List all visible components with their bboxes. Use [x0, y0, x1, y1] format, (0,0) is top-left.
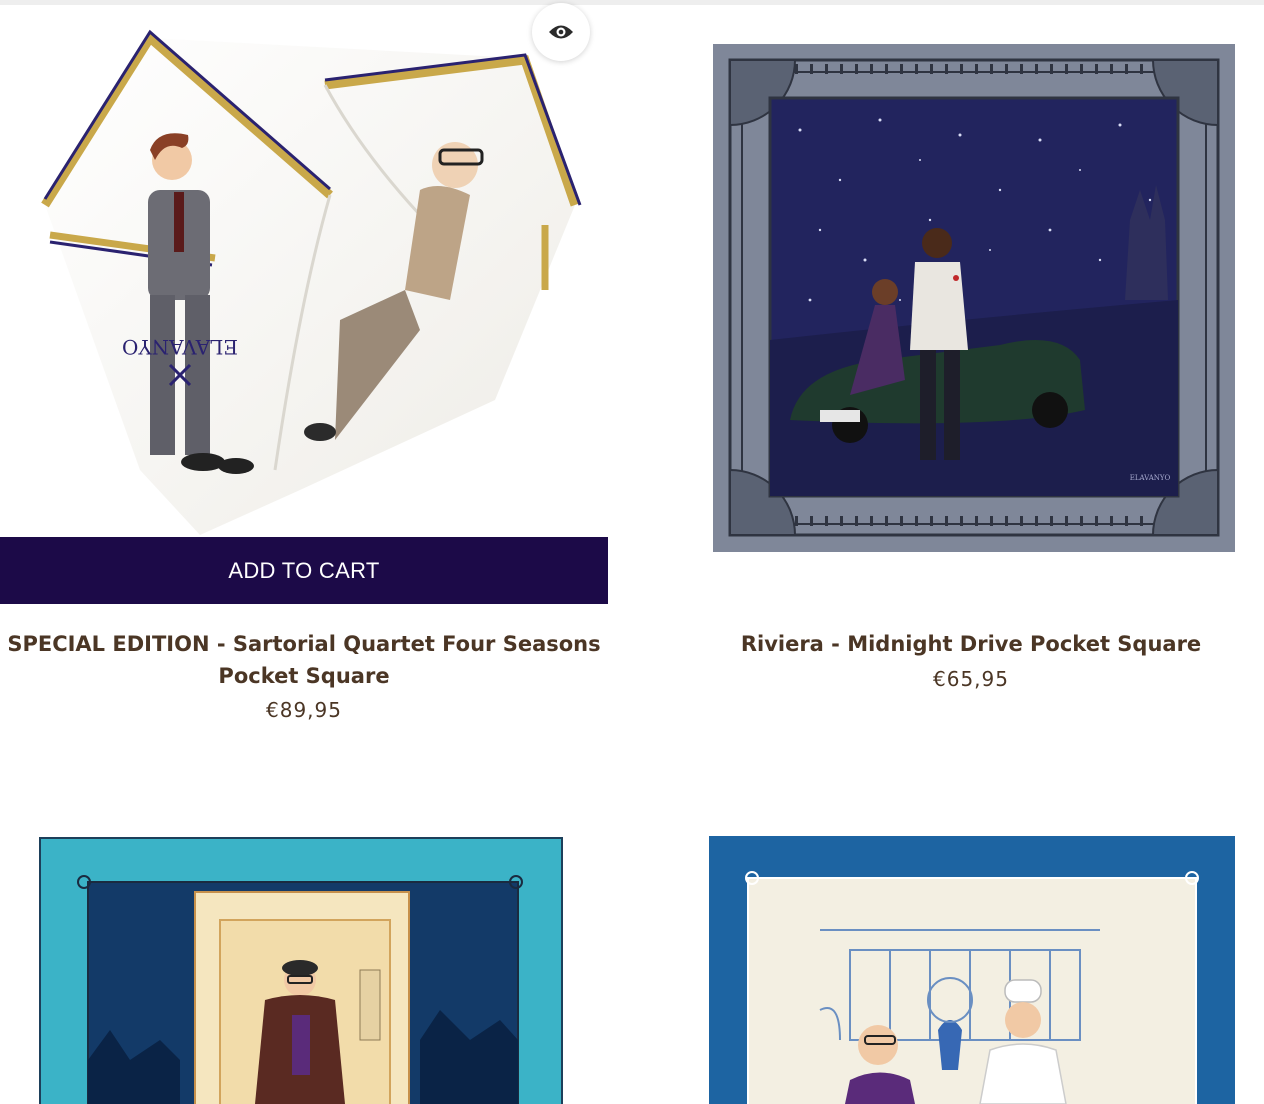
product-image[interactable]: ELAVANYO: [700, 0, 1242, 560]
product-image[interactable]: [700, 800, 1242, 1104]
product-title[interactable]: Riviera - Midnight Drive Pocket Square: [700, 628, 1242, 660]
product-image[interactable]: ELAVANYO: [0, 0, 608, 540]
product-price: €89,95: [266, 698, 342, 722]
eye-icon: [549, 25, 573, 39]
product-price: €65,95: [933, 667, 1009, 691]
svg-text:ELAVANYO: ELAVANYO: [1130, 474, 1171, 482]
add-to-cart-button[interactable]: ADD TO CART: [0, 537, 608, 604]
product-title[interactable]: SPECIAL EDITION - Sartorial Quartet Four…: [0, 628, 628, 692]
quick-view-button[interactable]: [532, 3, 590, 61]
product-image[interactable]: [0, 800, 608, 1104]
svg-text:ELAVANYO: ELAVANYO: [122, 335, 238, 359]
